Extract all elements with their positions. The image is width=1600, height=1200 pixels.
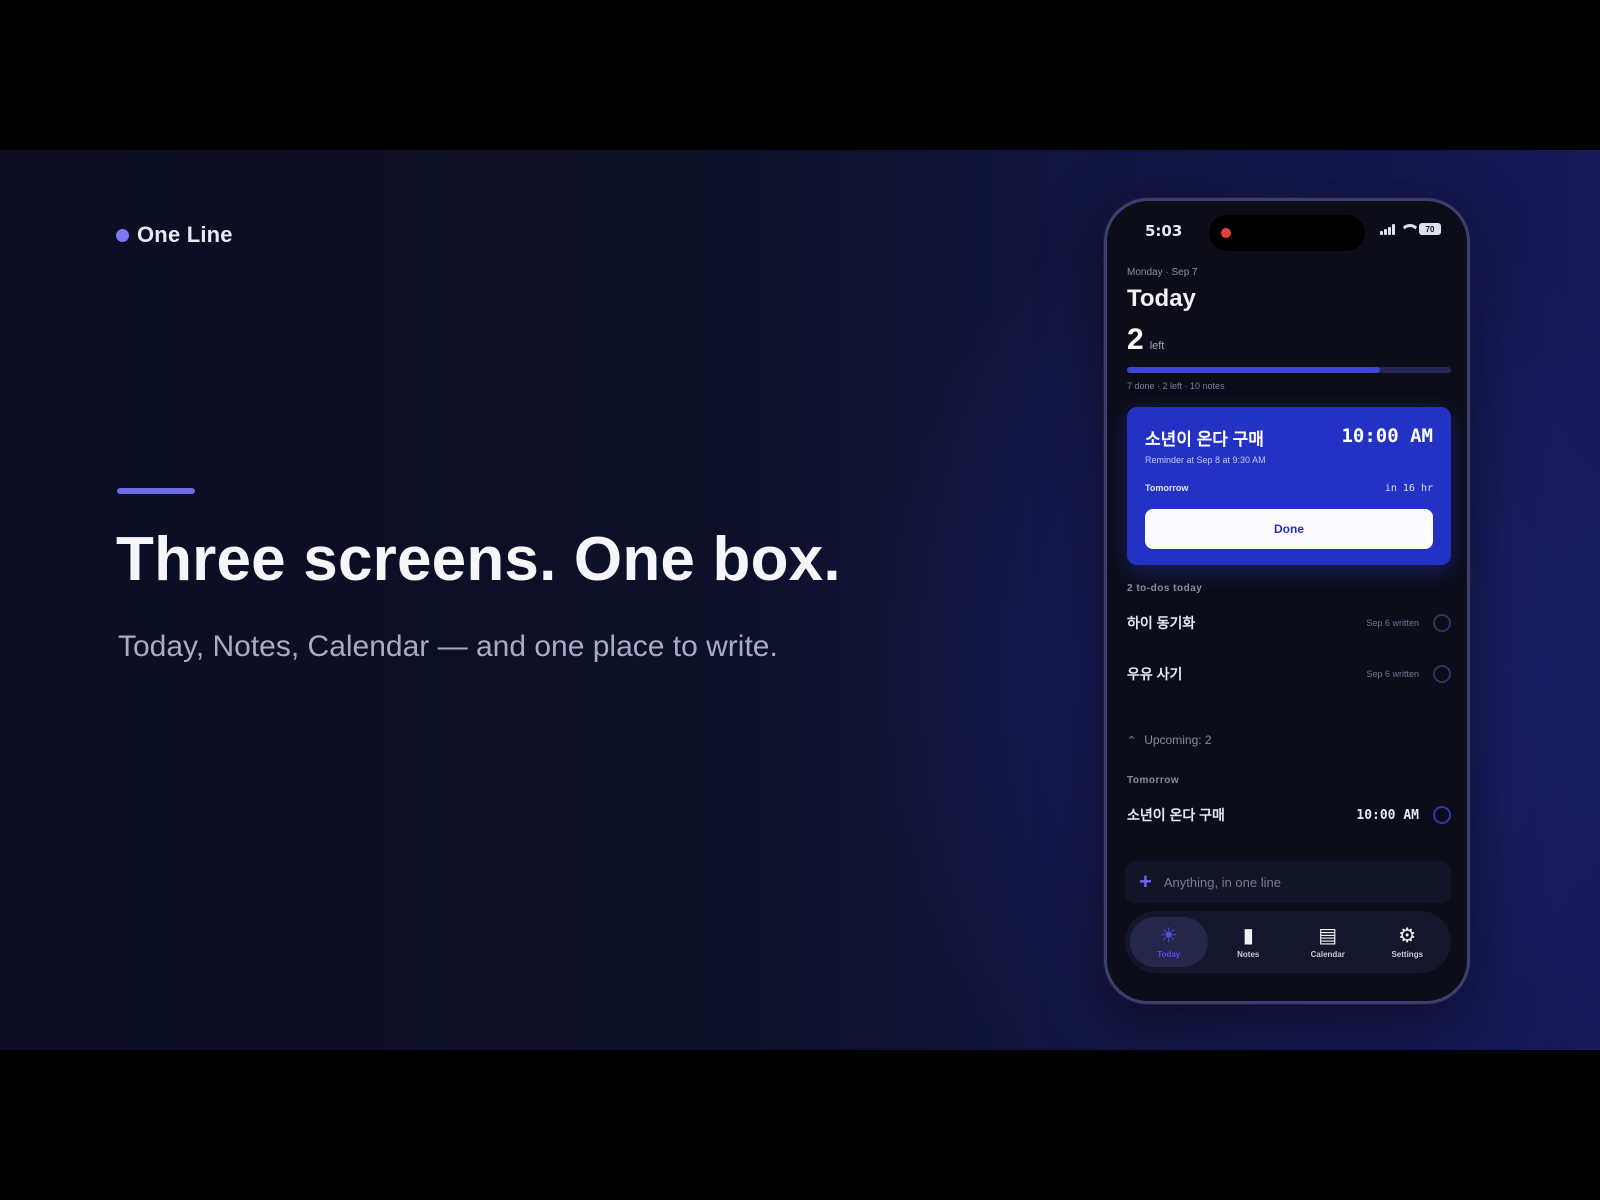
status-time: 5:03 [1145,222,1183,240]
subhead: Today, Notes, Calendar — and one place t… [118,630,778,663]
tab-label: Calendar [1310,949,1345,959]
battery-icon: 70 [1419,223,1441,235]
upcoming-text: 소년이 온다 구매 [1127,807,1225,823]
remaining-count: 2 left [1127,323,1164,357]
todo-text: 하이 동기화 [1127,615,1196,631]
headline: Three screens. One box. [116,525,841,594]
upcoming-label: Upcoming: 2 [1144,733,1212,747]
chevron-up-icon: ⌃ [1127,734,1137,747]
card-day: Tomorrow [1145,483,1189,493]
upcoming-checkbox[interactable] [1433,806,1451,824]
tab-calendar[interactable]: ▤ Calendar [1289,917,1367,967]
stats-text: 7 done · 2 left · 10 notes [1127,381,1225,391]
todo-text: 우유 사기 [1127,666,1183,682]
remaining-number: 2 [1127,323,1144,356]
compose-input[interactable] [1163,874,1437,890]
promo-stage: One Line Three screens. One box. Today, … [0,150,1600,1050]
progress-bar [1127,367,1451,373]
brand-name: One Line [137,222,233,247]
done-button[interactable]: Done [1145,509,1433,549]
todos-section-label: 2 to-dos today [1127,583,1203,594]
tab-bar: ☀ Today ▮ Notes ▤ Calendar ⚙ Settings [1125,911,1451,973]
status-icons: 70 [1380,223,1441,235]
tab-label: Today [1157,949,1181,959]
sun-icon: ☀ [1159,924,1178,947]
todo-row[interactable]: 우유 사기 Sep 6 written [1127,660,1451,688]
next-reminder-card[interactable]: 소년이 온다 구매 10:00 AM Reminder at Sep 8 at … [1127,407,1451,565]
signal-icon [1380,223,1395,235]
note-icon: ▮ [1242,924,1254,947]
progress-fill [1127,367,1380,373]
tab-notes[interactable]: ▮ Notes [1209,917,1287,967]
tab-today[interactable]: ☀ Today [1129,917,1208,967]
dynamic-island [1209,215,1365,251]
tomorrow-section-label: Tomorrow [1127,775,1180,786]
tab-label: Settings [1391,949,1424,959]
phone-mockup: 5:03 70 Monday · Sep 7 Today 2 left 7 do… [1104,198,1470,1004]
plus-icon: + [1139,869,1152,894]
date-label: Monday · Sep 7 [1127,267,1198,278]
gear-icon: ⚙ [1398,924,1417,947]
remaining-label: left [1149,340,1165,352]
todo-meta: Sep 6 written [1366,669,1419,679]
todo-row[interactable]: 하이 동기화 Sep 6 written [1127,609,1451,637]
brand: One Line [116,222,233,248]
compose-bar[interactable]: + [1125,861,1451,903]
accent-divider [117,488,195,494]
calendar-icon: ▤ [1318,924,1338,947]
tab-settings[interactable]: ⚙ Settings [1368,917,1446,967]
todo-checkbox[interactable] [1433,665,1451,683]
upcoming-time: 10:00 AM [1356,807,1419,823]
recording-dot-icon [1221,228,1231,238]
todo-meta: Sep 6 written [1366,618,1419,628]
tab-label: Notes [1237,949,1260,959]
todo-checkbox[interactable] [1433,614,1451,632]
upcoming-toggle[interactable]: ⌃ Upcoming: 2 [1127,733,1212,747]
brand-dot-icon [116,228,129,242]
upcoming-row[interactable]: 소년이 온다 구매 10:00 AM [1127,801,1451,829]
status-bar: 5:03 70 [1107,215,1467,251]
card-reminder: Reminder at Sep 8 at 9:30 AM [1145,455,1266,465]
card-countdown: in 16 hr [1384,483,1433,494]
wifi-icon [1400,224,1414,235]
page-title: Today [1127,285,1196,312]
card-title: 소년이 온다 구매 [1145,430,1264,449]
card-time: 10:00 AM [1341,425,1433,447]
